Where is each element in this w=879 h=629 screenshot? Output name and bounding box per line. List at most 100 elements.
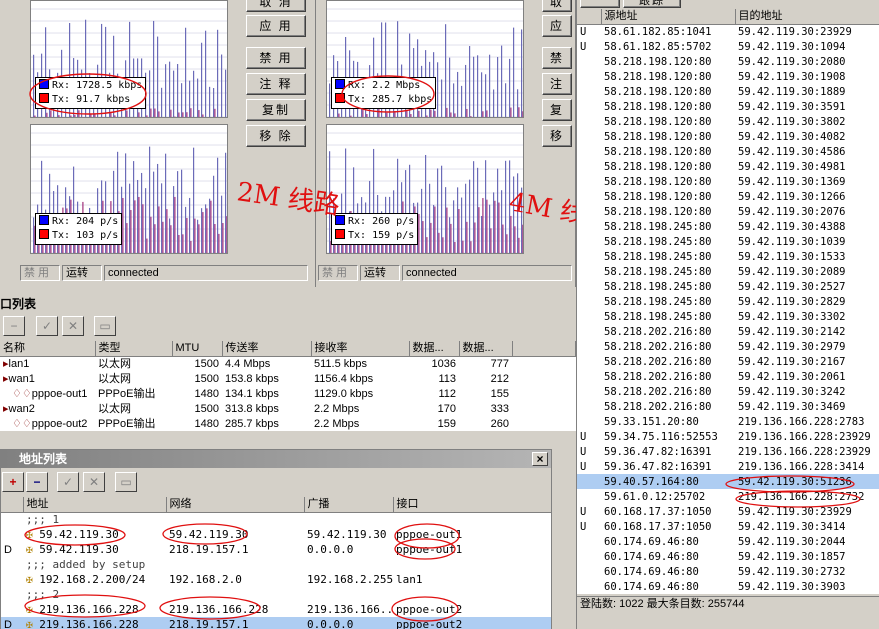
connection-row[interactable]: 58.218.198.245:80 59.42.119.30:2089 — [577, 264, 879, 279]
add-icon[interactable]: + — [2, 472, 24, 492]
comment-icon[interactable]: ▭ — [94, 316, 116, 336]
remove-icon[interactable]: − — [26, 472, 48, 492]
address-row[interactable]: D ✠ 59.42.119.30 218.19.157.1 0.0.0.0 pppoe-… — [1, 542, 551, 557]
connection-row[interactable]: 59.61.0.12:25702 219.136.166.228:2732 — [577, 489, 879, 504]
interface-table: 名称 类型 MTU 传送率 接收率 数据... 数据... ▸lan1 以太网 15… — [0, 341, 576, 431]
connection-row[interactable]: 58.218.198.120:80 59.42.119.30:3591 — [577, 99, 879, 114]
column-header[interactable]: 源地址 — [601, 9, 736, 25]
graph-bar — [481, 72, 483, 117]
interface-name-text: pppoe-out1 — [31, 387, 88, 400]
connection-row[interactable]: 58.218.198.245:80 59.42.119.30:1533 — [577, 249, 879, 264]
apply-button[interactable]: 应 — [542, 15, 572, 37]
connection-row[interactable]: 58.218.202.216:80 59.42.119.30:3242 — [577, 384, 879, 399]
remove-button[interactable]: 移 — [542, 125, 572, 147]
connection-row[interactable]: 58.218.198.120:80 59.42.119.30:4082 — [577, 129, 879, 144]
connection-row[interactable]: U 59.36.47.82:16391 219.136.166.228:3414 — [577, 459, 879, 474]
remove-icon[interactable]: − — [3, 316, 25, 336]
connection-row[interactable]: U 60.168.17.37:1050 59.42.119.30:3414 — [577, 519, 879, 534]
interface-row[interactable]: ♢♢pppoe-out1 PPPoE输出 1480 134.1 kbps 1129.0 … — [0, 386, 576, 401]
tab-tracking[interactable]: 跟踪 — [623, 0, 681, 8]
column-header[interactable]: 接收率 — [311, 341, 410, 357]
enable-icon[interactable]: ✓ — [36, 316, 58, 336]
apply-button[interactable]: 应 用 — [246, 15, 306, 37]
connection-row[interactable]: U 60.168.17.37:1050 59.42.119.30:23929 — [577, 504, 879, 519]
column-header[interactable]: 数据... — [459, 341, 513, 357]
column-header[interactable]: MTU — [172, 341, 223, 357]
connection-flag — [577, 279, 601, 294]
graph-bar — [386, 112, 388, 117]
connection-row[interactable]: U 58.61.182.85:5702 59.42.119.30:1094 — [577, 39, 879, 54]
connection-row[interactable]: 59.33.151.20:80 219.136.166.228:2783 — [577, 414, 879, 429]
disable-button[interactable]: 禁 — [542, 47, 572, 69]
address-row[interactable]: ✠ 59.42.119.30 59.42.119.30 59.42.119.30 pp… — [1, 527, 551, 542]
comment-button[interactable]: 注 释 — [246, 73, 306, 95]
connection-row[interactable]: 58.218.198.120:80 59.42.119.30:4586 — [577, 144, 879, 159]
address-row[interactable]: ✠ 192.168.2.200/24 192.168.2.0 192.168.2.2… — [1, 572, 551, 587]
cancel-button[interactable]: 取 — [542, 0, 572, 12]
connection-row[interactable]: U 58.61.182.85:1041 59.42.119.30:23929 — [577, 24, 879, 39]
connection-row[interactable]: 58.218.202.216:80 59.42.119.30:2979 — [577, 339, 879, 354]
column-header[interactable]: 数据... — [409, 341, 460, 357]
column-header[interactable]: 名称 — [0, 341, 96, 357]
connection-row[interactable]: 58.218.198.120:80 59.42.119.30:2076 — [577, 204, 879, 219]
source-address: 60.174.69.46:80 — [601, 579, 735, 594]
packets-graph: Rx: 260 p/s Tx: 159 p/s — [326, 124, 524, 254]
column-header[interactable]: 广播 — [304, 497, 394, 513]
comment-icon[interactable]: ▭ — [115, 472, 137, 492]
connection-row[interactable]: U 59.36.47.82:16391 219.136.166.228:23929 — [577, 444, 879, 459]
connection-row[interactable]: 58.218.202.216:80 59.42.119.30:2167 — [577, 354, 879, 369]
column-header[interactable]: 网络 — [166, 497, 305, 513]
connection-row[interactable]: 58.218.202.216:80 59.42.119.30:3469 — [577, 399, 879, 414]
enable-icon[interactable]: ✓ — [57, 472, 79, 492]
connection-row[interactable]: 58.218.198.245:80 59.42.119.30:2527 — [577, 279, 879, 294]
connection-row[interactable]: 58.218.202.216:80 59.42.119.30:2142 — [577, 324, 879, 339]
connection-row[interactable]: 58.218.198.245:80 59.42.119.30:4388 — [577, 219, 879, 234]
address-row[interactable]: D ✠ 219.136.166.228 218.19.157.1 0.0.0.0 ppp… — [1, 617, 551, 629]
connection-row[interactable]: 58.218.198.245:80 59.42.119.30:3302 — [577, 309, 879, 324]
connection-row[interactable]: U 59.34.75.116:52553 219.136.166.228:23929 — [577, 429, 879, 444]
connection-row[interactable]: 58.218.198.120:80 59.42.119.30:3802 — [577, 114, 879, 129]
connection-row[interactable]: 58.218.198.120:80 59.42.119.30:1889 — [577, 84, 879, 99]
comment-row[interactable]: ;;; 1 — [1, 512, 551, 527]
connection-row[interactable]: 60.174.69.46:80 59.42.119.30:1857 — [577, 549, 879, 564]
column-header[interactable]: 地址 — [23, 497, 167, 513]
connection-row[interactable]: 60.174.69.46:80 59.42.119.30:3903 — [577, 579, 879, 594]
column-header[interactable]: 目的地址 — [735, 9, 879, 25]
connection-row[interactable]: 60.174.69.46:80 59.42.119.30:2044 — [577, 534, 879, 549]
tab-connections[interactable] — [580, 0, 620, 8]
interface-row[interactable]: ▸wan2 以太网 1500 313.8 kbps 2.2 Mbps 170 333 — [0, 401, 576, 416]
comment-row[interactable]: ;;; added by setup — [1, 557, 551, 572]
connection-row[interactable]: 59.40.57.164:80 59.42.119.30:51236 — [577, 474, 879, 489]
connection-row[interactable]: 58.218.198.245:80 59.42.119.30:2829 — [577, 294, 879, 309]
connection-row[interactable]: 58.218.198.120:80 59.42.119.30:1908 — [577, 69, 879, 84]
connection-row[interactable]: 58.218.198.245:80 59.42.119.30:1039 — [577, 234, 879, 249]
connection-row[interactable]: 60.174.69.46:80 59.42.119.30:2732 — [577, 564, 879, 579]
column-header[interactable]: 类型 — [95, 341, 173, 357]
disable-icon[interactable]: ✕ — [83, 472, 105, 492]
disable-button[interactable]: 禁 用 — [246, 47, 306, 69]
connection-row[interactable]: 58.218.198.120:80 59.42.119.30:4981 — [577, 159, 879, 174]
comment-button[interactable]: 注 — [542, 73, 572, 95]
window-titlebar[interactable]: 地址列表 × — [1, 450, 551, 468]
comment-row[interactable]: ;;; 2 — [1, 587, 551, 602]
close-button[interactable]: × — [532, 452, 548, 466]
copy-button[interactable]: 复制 — [246, 99, 306, 121]
interface-cell: pppoe-out2 — [393, 602, 551, 617]
cancel-button[interactable]: 取 消 — [246, 0, 306, 12]
graph-bar — [130, 210, 132, 253]
connection-row[interactable]: 58.218.202.216:80 59.42.119.30:2061 — [577, 369, 879, 384]
interface-row[interactable]: ▸wan1 以太网 1500 153.8 kbps 1156.4 kbps 113 212 — [0, 371, 576, 386]
interface-row[interactable]: ▸lan1 以太网 1500 4.4 Mbps 511.5 kbps 1036 777 — [0, 356, 576, 371]
column-header[interactable]: 传送率 — [222, 341, 312, 357]
disable-icon[interactable]: ✕ — [62, 316, 84, 336]
column-header[interactable]: 接口 — [393, 497, 552, 513]
connection-row[interactable]: 58.218.198.120:80 59.42.119.30:1369 — [577, 174, 879, 189]
address-row[interactable]: ✠ 219.136.166.228 219.136.166.228 219.136.… — [1, 602, 551, 617]
pppoe-icon: ♢♢ — [12, 387, 32, 400]
connection-row[interactable]: 58.218.198.120:80 59.42.119.30:1266 — [577, 189, 879, 204]
interface-row[interactable]: ♢♢pppoe-out2 PPPoE输出 1480 285.7 kbps 2.2 Mbp… — [0, 416, 576, 431]
remove-button[interactable]: 移 除 — [246, 125, 306, 147]
mtu: 1480 — [172, 386, 222, 401]
connection-row[interactable]: 58.218.198.120:80 59.42.119.30:2080 — [577, 54, 879, 69]
copy-button[interactable]: 复 — [542, 99, 572, 121]
